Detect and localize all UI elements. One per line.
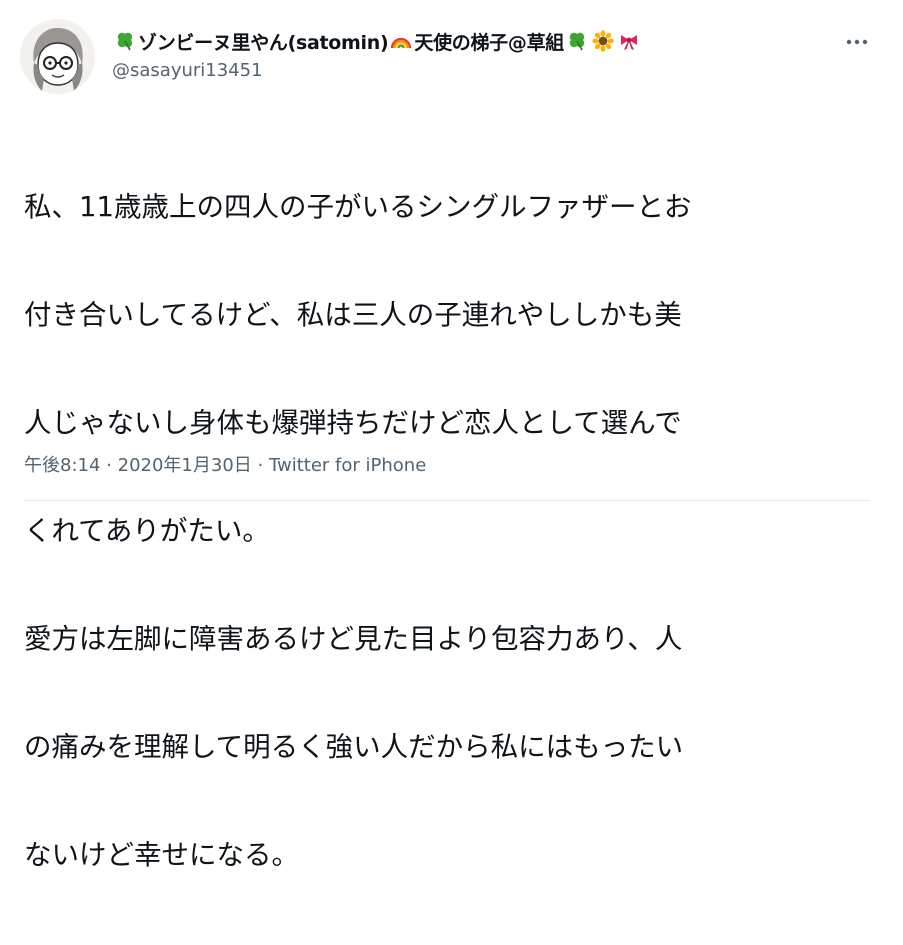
tweet-text-line: 付き合いしてるけど、私は三人の子連れやししかも美 — [24, 299, 682, 331]
display-name-suffix: 天使の梯子@草組 — [414, 31, 564, 54]
tweet-text: 私、11歳歳上の四人の子がいるシングルファザーとお 付き合いしてるけど、私は三人… — [24, 117, 864, 945]
avatar[interactable] — [20, 19, 95, 94]
meta-separator: · — [257, 455, 264, 476]
display-name: ゾンビーヌ里やん(satomin) — [138, 31, 389, 54]
tweet-card: ゾンビーヌ里やん(satomin) 天使の梯子@草組 @sasayuri1345… — [0, 0, 903, 871]
rainbow-icon — [390, 30, 412, 52]
more-options-button[interactable] — [840, 30, 874, 54]
tweet-text-line: ないけど幸せになる。 — [24, 839, 299, 871]
divider — [24, 500, 870, 501]
tweet-source[interactable]: Twitter for iPhone — [269, 455, 426, 476]
tweet-time[interactable]: 午後8:14 — [24, 455, 100, 476]
ribbon-icon — [618, 30, 640, 52]
clover-icon — [566, 30, 588, 52]
tweet-metadata: 午後8:14 · 2020年1月30日 · Twitter for iPhone — [24, 451, 426, 477]
sunflower-icon — [592, 30, 614, 52]
user-handle[interactable]: @sasayuri13451 — [112, 60, 263, 81]
avatar-illustration — [20, 19, 95, 94]
tweet-text-line: の痛みを理解して明るく強い人だから私にはもったい — [24, 731, 684, 763]
meta-separator: · — [106, 455, 112, 476]
tweet-text-line: 人じゃないし身体も爆弾持ちだけど恋人として選んで — [24, 407, 682, 439]
tweet-text-line: 愛方は左脚に障害あるけど見た目より包容力あり、人 — [24, 623, 683, 655]
clover-icon — [114, 30, 136, 52]
tweet-text-line: 私、11歳歳上の四人の子がいるシングルファザーとお — [24, 191, 692, 223]
tweet-text-line: くれてありがたい。 — [24, 515, 270, 547]
more-horizontal-icon — [846, 39, 868, 45]
display-name-row[interactable]: ゾンビーヌ里やん(satomin) 天使の梯子@草組 — [112, 27, 642, 55]
tweet-date[interactable]: 2020年1月30日 — [118, 455, 252, 476]
